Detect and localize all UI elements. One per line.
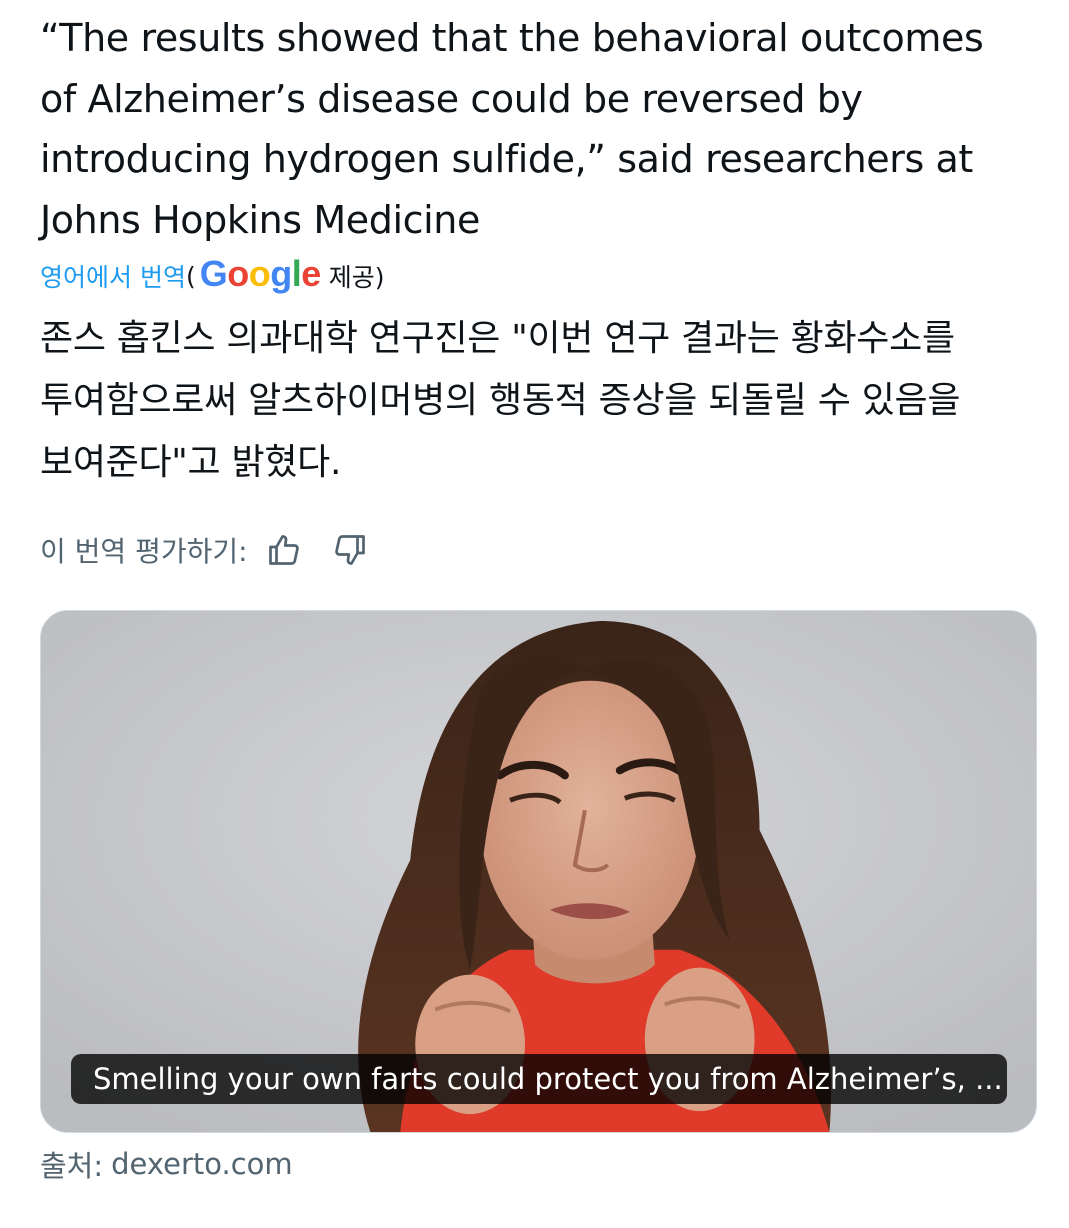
google-logo: Google [199,253,322,294]
card-source: 출처: dexerto.com [40,1142,293,1186]
translated-text: 존스 홉킨스 의과대학 연구진은 "이번 연구 결과는 황화수소를 투여함으로써… [40,318,961,483]
tweet-text: “The results showed that the behavioral … [40,16,984,242]
rate-translation: 이 번역 평가하기: [40,526,370,574]
translated-from-english-link[interactable]: 영어에서 번역 [40,258,186,294]
provider-suffix: 제공) [328,263,385,292]
provider-paren-open: ( [185,261,196,291]
link-preview-card[interactable]: Smelling your own farts could protect yo… [40,610,1037,1133]
thumbs-up-icon [268,535,299,565]
thumbs-down-icon [334,535,365,565]
rate-translation-label: 이 번역 평가하기: [40,535,248,568]
card-caption: Smelling your own farts could protect yo… [71,1054,1007,1104]
source-label: 출처: [40,1149,104,1183]
thumbs-down-button[interactable] [330,530,370,570]
source-domain-link[interactable]: dexerto.com [111,1147,293,1181]
translation-attribution: 영어에서 번역 ( Google 제공) [40,253,385,298]
thumbs-up-button[interactable] [264,530,304,570]
